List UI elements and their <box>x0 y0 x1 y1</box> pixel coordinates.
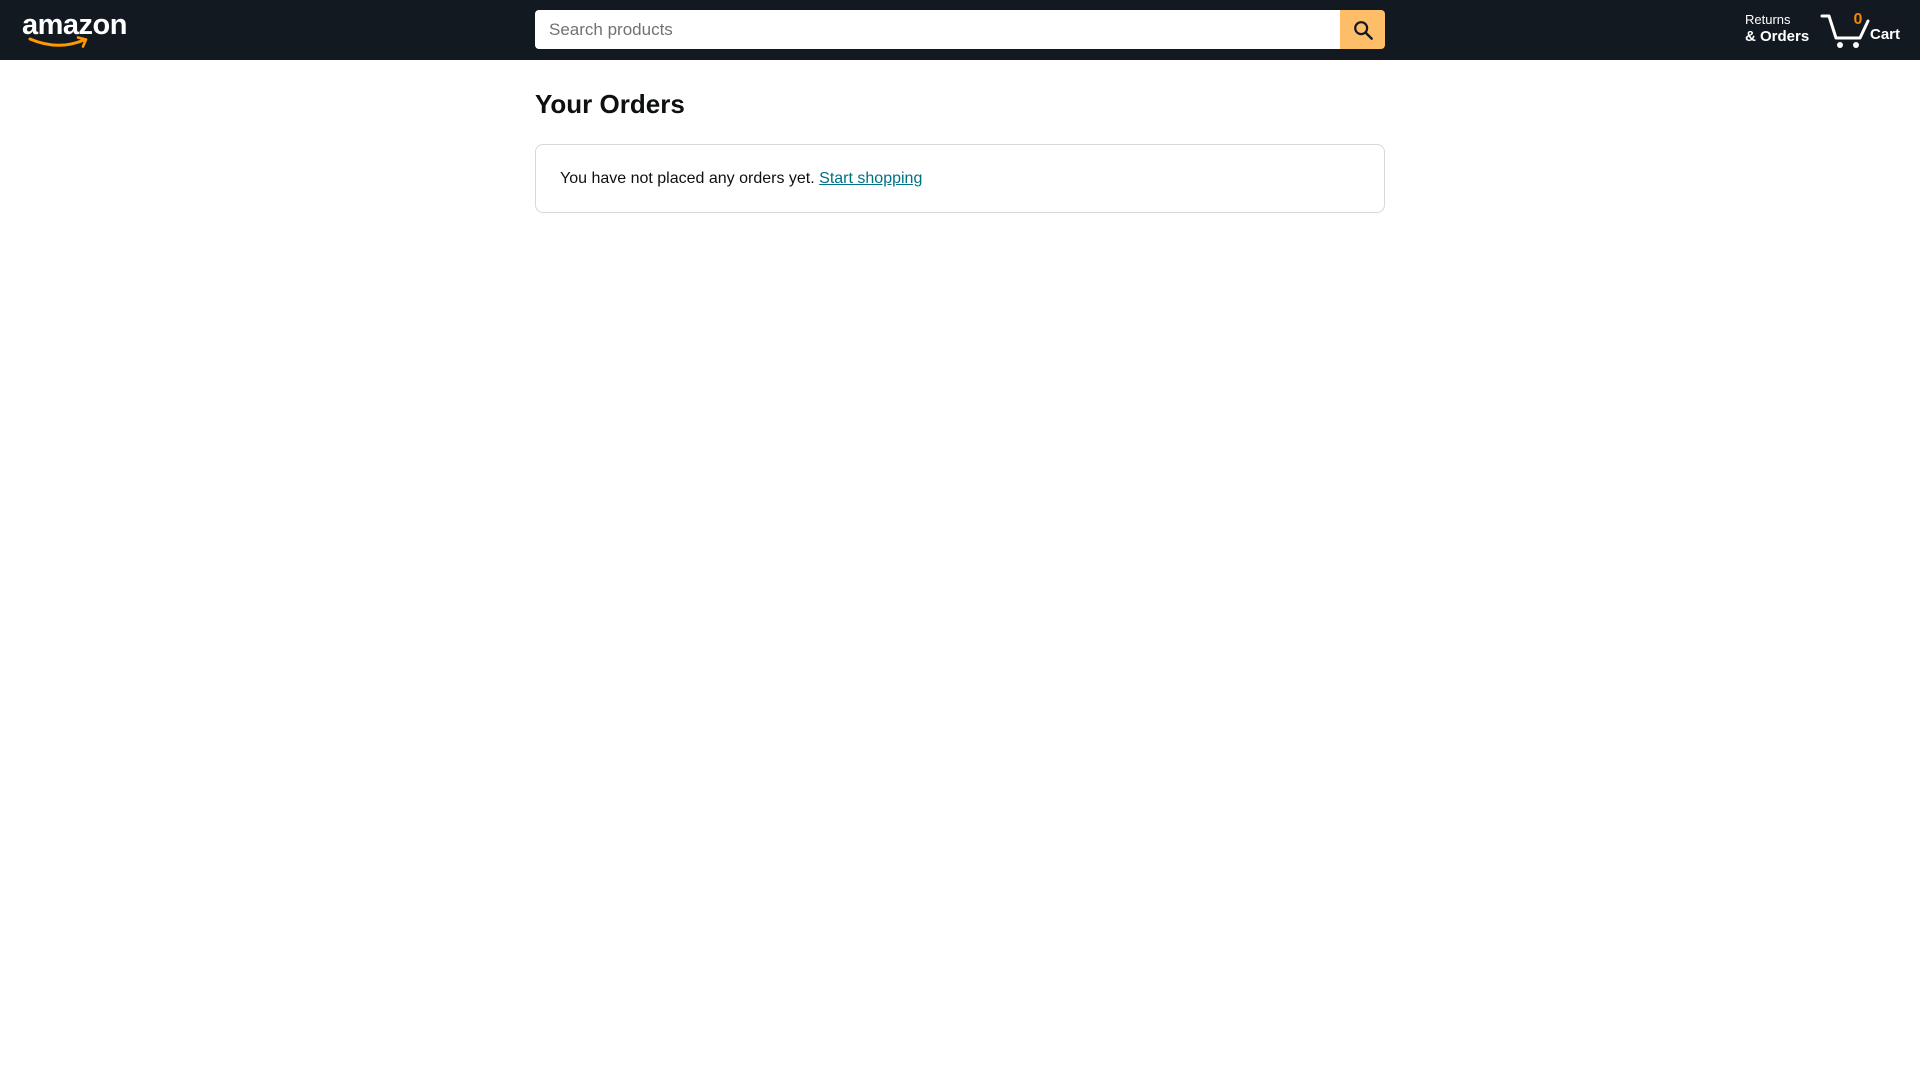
page-title: Your Orders <box>535 89 685 119</box>
empty-orders-card: You have not placed any orders yet. Star… <box>535 144 1385 213</box>
orders-label: & Orders <box>1745 28 1810 46</box>
returns-orders-link[interactable]: Returns & Orders <box>1745 12 1810 46</box>
search-button[interactable] <box>1340 10 1385 49</box>
returns-label: Returns <box>1745 12 1791 27</box>
cart-label: Cart <box>1870 26 1901 43</box>
amazon-logo[interactable]: amazon <box>22 10 128 50</box>
search-icon <box>1353 20 1373 40</box>
start-shopping-link[interactable]: Start shopping <box>819 170 922 188</box>
smile-arrow-icon <box>28 36 88 48</box>
cart-button[interactable]: 0 Cart <box>1818 8 1908 52</box>
search-bar <box>535 10 1385 49</box>
orders-page: Your Orders You have not placed any orde… <box>535 60 1385 213</box>
top-nav: amazon Returns & Orders 0 Cart <box>0 0 1920 60</box>
cart-count: 0 <box>1853 11 1863 28</box>
search-input[interactable] <box>535 10 1340 49</box>
empty-orders-message: You have not placed any orders yet. <box>560 169 815 187</box>
